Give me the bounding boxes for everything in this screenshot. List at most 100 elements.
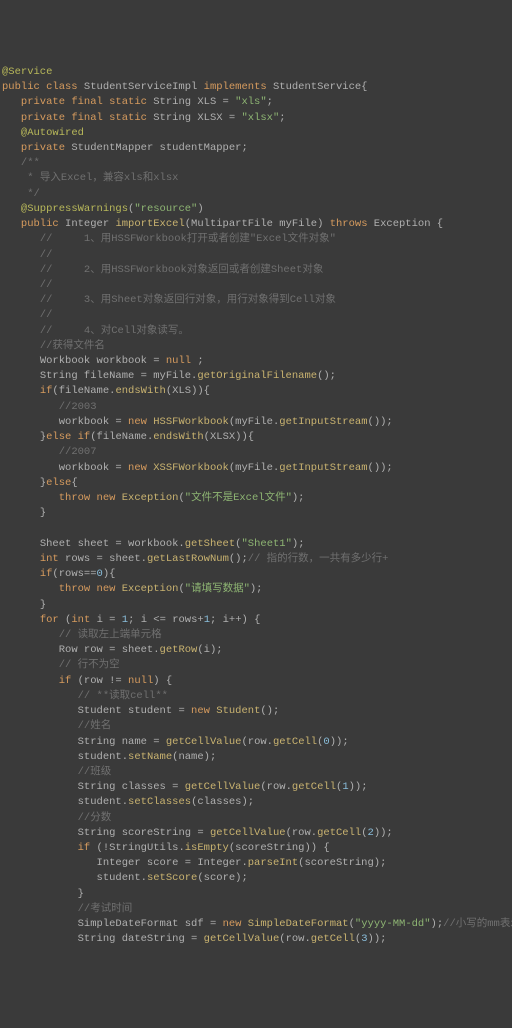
- code-token: ());: [368, 462, 393, 474]
- code-line: }else{: [2, 476, 510, 491]
- code-token: getInputStream: [279, 462, 367, 474]
- code-token: [2, 385, 40, 397]
- code-token: StudentServiceImpl: [84, 81, 204, 93]
- code-line: //: [2, 248, 510, 263]
- code-token: new: [191, 705, 216, 717]
- code-token: Exception: [122, 583, 179, 595]
- code-token: int: [71, 614, 96, 626]
- code-line: /**: [2, 156, 510, 171]
- code-line: workbook = new HSSFWorkbook(myFile.getIn…: [2, 415, 510, 430]
- code-line: //分数: [2, 811, 510, 826]
- code-token: // 3、用Sheet对象返回行对象，用行对象得到Cell对象: [40, 294, 336, 306]
- code-line: * 导入Excel，兼容xls和xlsx: [2, 171, 510, 186]
- code-token: [2, 492, 59, 504]
- code-token: getCell: [311, 933, 355, 945]
- code-token: [2, 705, 78, 717]
- code-token: );: [250, 583, 263, 595]
- code-token: rows = sheet.: [65, 553, 147, 565]
- code-token: setClasses: [128, 796, 191, 808]
- code-line: throw new Exception("文件不是Excel文件");: [2, 491, 510, 506]
- code-token: Row row = sheet.: [59, 644, 160, 656]
- code-line: //: [2, 278, 510, 293]
- code-token: [2, 568, 40, 580]
- code-line: }else if(fileName.endsWith(XLSX)){: [2, 430, 510, 445]
- code-token: ));: [330, 736, 349, 748]
- code-token: * 导入Excel，兼容xls和xlsx: [27, 172, 178, 184]
- code-token: (XLSX)){: [204, 431, 254, 443]
- code-token: [2, 553, 40, 565]
- code-line: if(fileName.endsWith(XLS)){: [2, 384, 510, 399]
- code-line: student.setScore(score);: [2, 871, 510, 886]
- code-line: private final static String XLS = "xls";: [2, 95, 510, 110]
- code-token: [2, 370, 40, 382]
- code-line: @Service: [2, 65, 510, 80]
- code-token: public class: [2, 81, 84, 93]
- code-token: ());: [368, 416, 393, 428]
- code-token: student.: [97, 872, 147, 884]
- code-token: student.: [78, 751, 128, 763]
- code-token: XSSFWorkbook: [153, 462, 229, 474]
- code-token: getCell: [292, 781, 336, 793]
- code-line: // 1、用HSSFWorkbook打开或者创建"Excel文件对象": [2, 232, 510, 247]
- code-token: //分数: [78, 812, 112, 824]
- code-token: isEmpty: [185, 842, 229, 854]
- code-token: [2, 127, 21, 139]
- code-token: //: [2, 279, 52, 291]
- code-line: //班级: [2, 765, 510, 780]
- code-token: (!StringUtils.: [97, 842, 185, 854]
- code-token: int: [40, 553, 65, 565]
- code-line: String dateString = getCellValue(row.get…: [2, 932, 510, 947]
- code-token: [2, 629, 59, 641]
- code-token: //: [2, 309, 52, 321]
- code-line: //获得文件名: [2, 339, 510, 354]
- code-line: //2003: [2, 400, 510, 415]
- code-token: (i);: [197, 644, 222, 656]
- code-line: }: [2, 506, 510, 521]
- code-token: getCell: [317, 827, 361, 839]
- code-line: public Integer importExcel(MultipartFile…: [2, 217, 510, 232]
- code-token: if: [78, 842, 97, 854]
- code-token: "xlsx": [241, 112, 279, 124]
- code-token: new: [128, 462, 153, 474]
- code-token: (fileName.: [52, 385, 115, 397]
- code-line: if(rows==0){: [2, 567, 510, 582]
- code-token: getCellValue: [204, 933, 280, 945]
- code-token: parseInt: [248, 857, 298, 869]
- code-token: // 2、用HSSFWorkbook对象返回或者创建Sheet对象: [40, 264, 324, 276]
- code-token: [2, 781, 78, 793]
- code-line: Row row = sheet.getRow(i);: [2, 643, 510, 658]
- code-line: @Autowired: [2, 126, 510, 141]
- code-token: }: [78, 888, 84, 900]
- code-token: /**: [21, 157, 40, 169]
- code-token: [2, 614, 40, 626]
- code-token: Student: [216, 705, 260, 717]
- code-token: [2, 462, 59, 474]
- code-token: {: [71, 477, 77, 489]
- code-token: importExcel: [115, 218, 184, 230]
- code-token: @Service: [2, 66, 52, 78]
- code-token: getCellValue: [210, 827, 286, 839]
- code-token: ) {: [153, 675, 172, 687]
- code-token: Integer score = Integer.: [97, 857, 248, 869]
- code-token: // 行不为空: [59, 659, 120, 671]
- code-token: (scoreString);: [298, 857, 386, 869]
- code-token: ; i++) {: [210, 614, 260, 626]
- code-token: getCellValue: [185, 781, 261, 793]
- code-token: "文件不是Excel文件": [185, 492, 292, 504]
- code-token: HSSFWorkbook: [153, 416, 229, 428]
- code-token: [2, 872, 97, 884]
- code-line: // 4、对Cell对象读写。: [2, 324, 510, 339]
- code-token: (MultipartFile myFile): [185, 218, 330, 230]
- code-token: String classes =: [78, 781, 185, 793]
- code-line: */: [2, 187, 510, 202]
- code-line: //2007: [2, 445, 510, 460]
- code-token: );: [292, 538, 305, 550]
- code-token: throw new: [59, 492, 122, 504]
- code-token: ): [197, 203, 203, 215]
- code-token: Student student =: [78, 705, 191, 717]
- code-token: ));: [368, 933, 387, 945]
- code-line: SimpleDateFormat sdf = new SimpleDateFor…: [2, 917, 510, 932]
- code-token: String XLS =: [153, 96, 235, 108]
- code-token: Integer: [65, 218, 115, 230]
- code-token: implements: [204, 81, 273, 93]
